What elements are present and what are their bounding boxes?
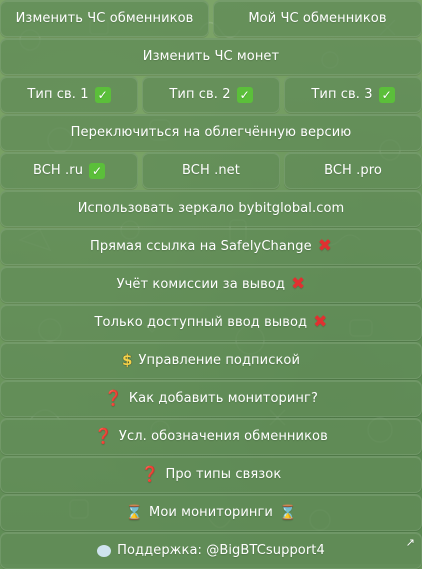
my-exchanger-blacklist-button[interactable]: Мой ЧС обменников	[213, 0, 422, 37]
button-label: Мои мониторинги	[149, 505, 273, 520]
keyboard-row-13: ❓ Про типы связок	[0, 456, 422, 493]
keyboard-row-10: $ Управление подпиской	[0, 342, 422, 379]
button-label: Усл. обозначения обменников	[118, 429, 328, 444]
button-label: Учёт комиссии за вывод	[116, 277, 286, 292]
check-icon: ✓	[236, 86, 253, 103]
edit-coin-blacklist-button[interactable]: Изменить ЧС монет	[0, 38, 422, 75]
bch-ru-button[interactable]: BCH .ru ✓	[0, 152, 138, 189]
bch-pro-button[interactable]: BCH .pro	[284, 152, 422, 189]
keyboard-row-5: BCH .ru ✓ BCH .net BCH .pro	[0, 152, 422, 189]
check-icon: ✓	[378, 86, 395, 103]
edit-exchanger-blacklist-button[interactable]: Изменить ЧС обменников	[0, 0, 209, 37]
inline-keyboard: Изменить ЧС обменников Мой ЧС обменников…	[0, 0, 422, 569]
switch-lite-version-button[interactable]: Переключиться на облегчённую версию	[0, 114, 422, 151]
link-type-3-button[interactable]: Тип св. 3 ✓	[284, 76, 422, 113]
speech-bubble-icon	[97, 544, 112, 557]
button-label: BCH .net	[182, 163, 240, 178]
button-label: Только доступный ввод вывод	[94, 315, 308, 330]
button-label: Переключиться на облегчённую версию	[70, 125, 352, 140]
button-label: Изменить ЧС обменников	[15, 11, 194, 26]
button-label: Как добавить мониторинг?	[128, 391, 318, 406]
button-label: Поддержка: @BigBTCsupport4	[117, 543, 325, 558]
dollar-icon: $	[121, 351, 133, 369]
button-label: Изменить ЧС монет	[142, 49, 280, 64]
available-io-only-button[interactable]: Только доступный ввод вывод ✖	[0, 304, 422, 341]
use-bybit-mirror-button[interactable]: Использовать зеркало bybitglobal.com	[0, 190, 422, 227]
direct-link-safelychange-button[interactable]: Прямая ссылка на SafelyChange ✖	[0, 228, 422, 265]
check-icon: ✓	[94, 86, 111, 103]
keyboard-row-8: Учёт комиссии за вывод ✖	[0, 266, 422, 303]
keyboard-row-12: ❓ Усл. обозначения обменников	[0, 418, 422, 455]
external-link-icon: ↗	[405, 536, 415, 549]
keyboard-row-9: Только доступный ввод вывод ✖	[0, 304, 422, 341]
button-label: Прямая ссылка на SafelyChange	[89, 239, 312, 254]
keyboard-row-1: Изменить ЧС обменников Мой ЧС обменников	[0, 0, 422, 37]
button-label: Тип св. 2	[169, 87, 231, 102]
cross-icon: ✖	[291, 274, 306, 294]
check-icon: ✓	[89, 162, 106, 179]
keyboard-row-2: Изменить ЧС монет	[0, 38, 422, 75]
keyboard-row-4: Переключиться на облегчённую версию	[0, 114, 422, 151]
my-monitorings-button[interactable]: ⌛ Мои мониторинги ⌛	[0, 494, 422, 531]
keyboard-row-7: Прямая ссылка на SafelyChange ✖	[0, 228, 422, 265]
keyboard-row-11: ❓ Как добавить мониторинг?	[0, 380, 422, 417]
withdrawal-fee-button[interactable]: Учёт комиссии за вывод ✖	[0, 266, 422, 303]
button-label: BCH .pro	[324, 163, 382, 178]
link-types-info-button[interactable]: ❓ Про типы связок	[0, 456, 422, 493]
hourglass-icon: ⌛	[278, 504, 297, 521]
button-label: Управление подпиской	[138, 353, 301, 368]
keyboard-row-14: ⌛ Мои мониторинги ⌛	[0, 494, 422, 531]
question-icon: ❓	[104, 389, 123, 407]
question-icon: ❓	[140, 465, 160, 483]
cross-icon: ✖	[317, 236, 333, 256]
bch-net-button[interactable]: BCH .net	[142, 152, 280, 189]
link-type-1-button[interactable]: Тип св. 1 ✓	[0, 76, 138, 113]
button-label: BCH .ru	[32, 163, 84, 178]
keyboard-row-3: Тип св. 1 ✓ Тип св. 2 ✓ Тип св. 3 ✓	[0, 76, 422, 113]
support-link-button[interactable]: Поддержка: @BigBTCsupport4 ↗	[0, 532, 422, 569]
button-label: Мой ЧС обменников	[248, 11, 387, 26]
keyboard-row-15: Поддержка: @BigBTCsupport4 ↗	[0, 532, 422, 569]
question-icon: ❓	[94, 427, 113, 445]
how-to-add-monitoring-button[interactable]: ❓ Как добавить мониторинг?	[0, 380, 422, 417]
button-label: Использовать зеркало bybitglobal.com	[77, 201, 345, 216]
button-label: Тип св. 3	[311, 87, 373, 102]
keyboard-row-6: Использовать зеркало bybitglobal.com	[0, 190, 422, 227]
link-type-2-button[interactable]: Тип св. 2 ✓	[142, 76, 280, 113]
exchanger-legend-button[interactable]: ❓ Усл. обозначения обменников	[0, 418, 422, 455]
manage-subscription-button[interactable]: $ Управление подпиской	[0, 342, 422, 379]
button-label: Тип св. 1	[27, 87, 89, 102]
hourglass-icon: ⌛	[125, 504, 144, 521]
cross-icon: ✖	[313, 312, 328, 332]
button-label: Про типы связок	[165, 467, 282, 482]
